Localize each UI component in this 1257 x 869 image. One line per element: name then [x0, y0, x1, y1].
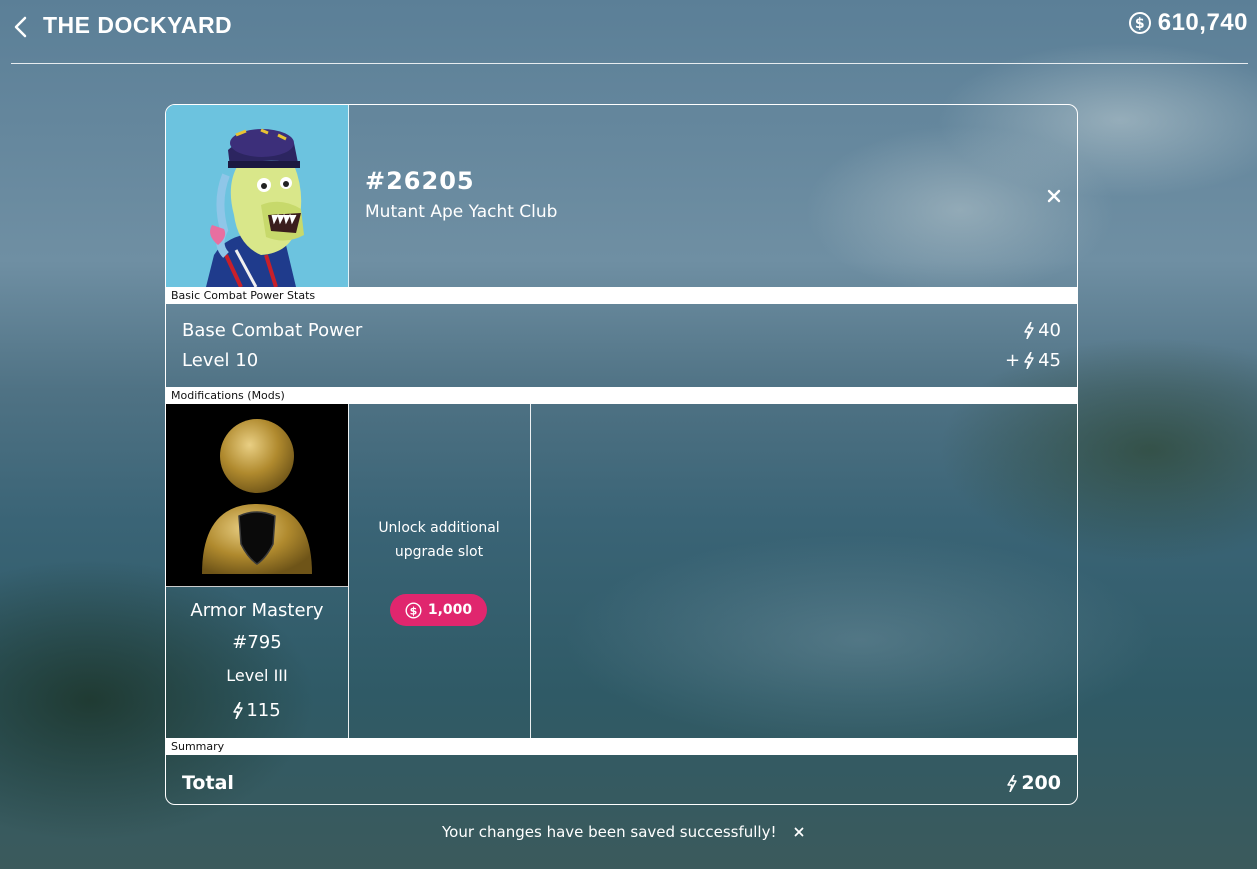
coin-balance: $ 610,740 — [1128, 9, 1248, 37]
svg-text:$: $ — [1135, 16, 1145, 32]
stat-label-level: Level 10 — [182, 350, 259, 371]
svg-text:$: $ — [410, 604, 418, 617]
total-label: Total — [182, 772, 234, 794]
close-icon[interactable] — [1047, 189, 1061, 203]
section-label-summary: Summary — [166, 738, 1077, 755]
unlock-price: 1,000 — [427, 602, 473, 618]
nft-header: #26205 Mutant Ape Yacht Club — [166, 105, 1077, 287]
basic-stats-panel: Base Combat Power 40 Level 10 + 45 — [166, 304, 1077, 386]
mod-name: Armor Mastery — [190, 600, 324, 621]
stat-prefix: + — [1005, 350, 1021, 371]
back-arrow-icon[interactable] — [11, 14, 33, 40]
mutant-ape-artwork-icon — [166, 105, 348, 287]
summary-panel: Total 200 — [166, 756, 1077, 804]
unlock-slot-panel: Unlock additional upgrade slot $ 1,000 — [348, 404, 531, 738]
stat-label-base-combat-power: Base Combat Power — [182, 320, 363, 341]
mods-panel: Armor Mastery #795 Level III 115 Unlock … — [166, 404, 1077, 738]
stat-value-base-combat-power: 40 — [1020, 320, 1061, 341]
page-title: THE DOCKYARD — [43, 12, 233, 38]
unlock-slot-button[interactable]: $ 1,000 — [390, 594, 487, 626]
unlock-text-line1: Unlock additional — [378, 520, 500, 536]
mod-power-value: 115 — [246, 700, 281, 721]
nft-collection-name: Mutant Ape Yacht Club — [365, 202, 558, 222]
lightning-bolt-icon — [1024, 352, 1034, 369]
total-value: 200 — [1007, 772, 1061, 794]
unlock-text-line2: upgrade slot — [394, 544, 484, 560]
lightning-bolt-icon — [1024, 322, 1034, 339]
nft-token-id: #26205 — [365, 167, 475, 195]
nft-detail-card: #26205 Mutant Ape Yacht Club Basic Comba… — [165, 104, 1078, 805]
stat-number: 45 — [1038, 350, 1061, 371]
top-bar: THE DOCKYARD $ 610,740 — [11, 0, 1248, 64]
unlock-slot-text: Unlock additional upgrade slot — [348, 516, 530, 564]
toast-close-icon[interactable] — [794, 827, 804, 837]
armor-shield-avatar-icon — [166, 404, 348, 586]
dollar-coin-icon: $ — [405, 601, 422, 619]
mod-level: Level III — [226, 666, 288, 685]
balance-amount: 610,740 — [1157, 9, 1248, 36]
toast-message: Your changes have been saved successfull… — [442, 823, 777, 841]
dollar-coin-icon: $ — [1128, 12, 1151, 34]
mod-image — [166, 404, 348, 587]
lightning-bolt-icon — [1007, 774, 1018, 792]
stat-number: 40 — [1038, 320, 1061, 341]
section-label-mods: Modifications (Mods) — [166, 387, 1077, 404]
stat-value-level: + 45 — [1005, 350, 1061, 371]
lightning-bolt-icon — [233, 702, 244, 719]
section-label-basic-stats: Basic Combat Power Stats — [166, 287, 1077, 304]
mod-id: #795 — [232, 632, 282, 653]
total-number: 200 — [1021, 772, 1061, 794]
mod-card-armor-mastery[interactable]: Armor Mastery #795 Level III 115 — [166, 404, 349, 738]
mod-power: 115 — [166, 700, 348, 721]
save-success-toast: Your changes have been saved successfull… — [442, 823, 804, 841]
nft-image — [166, 105, 349, 287]
